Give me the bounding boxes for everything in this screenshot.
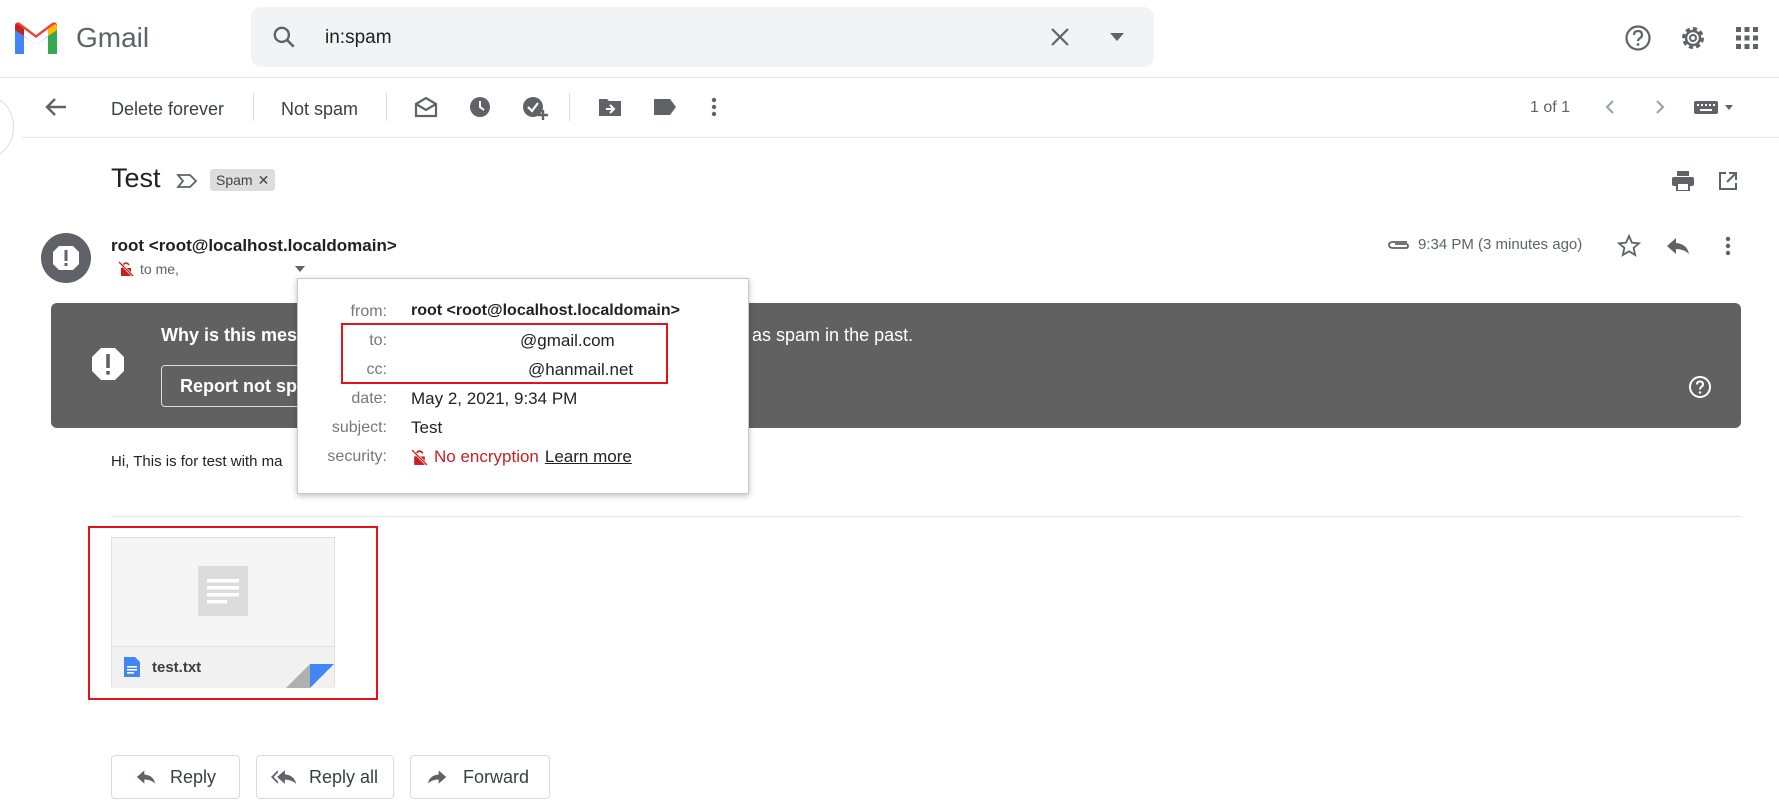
newer-chevron-left-icon[interactable] — [1594, 91, 1626, 123]
from-value: root <root@localhost.localdomain> — [411, 302, 680, 319]
recipients-highlight-box — [341, 323, 668, 384]
forward-icon — [427, 770, 447, 784]
reply-all-label: Reply all — [309, 766, 379, 787]
older-chevron-right-icon[interactable] — [1644, 91, 1676, 123]
page-curl-corner — [286, 662, 334, 688]
attachment-card[interactable]: test.txt — [111, 537, 335, 688]
search-bar — [251, 7, 1154, 67]
spam-label-text: Spam — [216, 172, 253, 188]
toolbar-divider — [386, 93, 387, 121]
message-timestamp: 9:34 PM (3 minutes ago) — [1418, 236, 1583, 253]
add-to-tasks-icon[interactable] — [519, 91, 551, 123]
reply-all-icon — [271, 770, 297, 784]
no-encryption-icon — [411, 448, 428, 466]
toolbar-divider — [569, 93, 570, 121]
label-tag-icon[interactable] — [649, 91, 681, 123]
snooze-clock-icon[interactable] — [464, 91, 496, 123]
learn-more-link[interactable]: Learn more — [545, 447, 632, 467]
gmail-wordmark: Gmail — [76, 22, 150, 53]
help-icon[interactable] — [1622, 22, 1654, 54]
message-body: Hi, This is for test with ma — [111, 453, 283, 470]
forward-label: Forward — [463, 766, 530, 787]
reply-arrow-icon[interactable] — [1662, 230, 1694, 262]
message-details-popup: from: root <root@localhost.localdomain> … — [297, 278, 749, 494]
toolbar-divider — [253, 93, 254, 121]
show-details-dropdown-icon[interactable] — [294, 266, 305, 272]
reply-icon — [136, 770, 156, 784]
security-value: No encryption — [434, 447, 539, 466]
compose-button-edge[interactable] — [0, 96, 14, 158]
print-icon[interactable] — [1668, 166, 1698, 196]
spam-label-chip: Spam ✕ — [210, 169, 276, 191]
recipients-text: to me, — [140, 261, 179, 277]
search-input[interactable] — [323, 21, 977, 55]
reply-all-button[interactable]: Reply all — [256, 755, 394, 799]
search-options-icon[interactable] — [1102, 22, 1132, 52]
text-file-icon — [124, 657, 140, 677]
reply-button[interactable]: Reply — [111, 755, 240, 799]
forward-button[interactable]: Forward — [410, 755, 550, 799]
attachment-footer: test.txt — [112, 646, 334, 688]
banner-explanation: ed as spam in the past. — [727, 325, 914, 345]
star-icon[interactable] — [1613, 230, 1645, 262]
more-options-vertical-icon[interactable] — [698, 91, 730, 123]
spam-warning-icon — [53, 246, 79, 270]
settings-gear-icon[interactable] — [1677, 22, 1709, 54]
date-value: May 2, 2021, 9:34 PM — [411, 389, 578, 408]
mark-as-read-icon[interactable] — [410, 91, 442, 123]
importance-marker-icon[interactable] — [174, 168, 200, 194]
gmail-logo-icon[interactable] — [12, 20, 60, 56]
body-divider — [111, 516, 1741, 517]
remove-label-icon[interactable]: ✕ — [258, 172, 270, 189]
back-arrow-icon[interactable] — [40, 91, 72, 123]
security-value-row: No encryption Learn more — [411, 447, 632, 467]
search-icon[interactable] — [269, 22, 299, 52]
document-preview-icon — [198, 566, 248, 616]
from-label: from: — [350, 303, 387, 320]
banner-help-icon[interactable] — [1688, 375, 1712, 399]
attachment-paperclip-icon — [1385, 233, 1413, 257]
not-spam-button[interactable]: Not spam — [281, 99, 358, 120]
message-subject: Test — [111, 163, 161, 193]
pagination-text: 1 of 1 — [1530, 99, 1571, 116]
reply-label: Reply — [170, 766, 217, 787]
open-in-new-window-icon[interactable] — [1713, 166, 1743, 196]
apps-grid-icon[interactable] — [1731, 22, 1763, 54]
app-header: Gmail — [0, 0, 1779, 78]
move-to-icon[interactable] — [594, 91, 626, 123]
security-label: security: — [327, 448, 387, 465]
message-more-options-icon[interactable] — [1713, 230, 1743, 262]
subject-value: Test — [411, 418, 443, 437]
sender-avatar[interactable] — [41, 233, 91, 283]
message-toolbar: Delete forever Not spam 1 of 1 — [22, 77, 1779, 138]
attachment-filename: test.txt — [152, 659, 202, 676]
date-label: date: — [351, 390, 387, 407]
input-tools-keyboard-icon[interactable] — [1690, 91, 1742, 123]
recipients-summary[interactable]: to me, — [118, 261, 305, 277]
clear-search-icon[interactable] — [1045, 22, 1075, 52]
banner-warning-icon — [88, 344, 128, 384]
banner-title: Why is this mess — [161, 325, 308, 345]
sender-name[interactable]: root <root@localhost.localdomain> — [111, 236, 397, 256]
delete-forever-button[interactable]: Delete forever — [111, 99, 224, 120]
no-encryption-lock-icon — [118, 261, 134, 277]
subject-label: subject: — [331, 419, 387, 436]
